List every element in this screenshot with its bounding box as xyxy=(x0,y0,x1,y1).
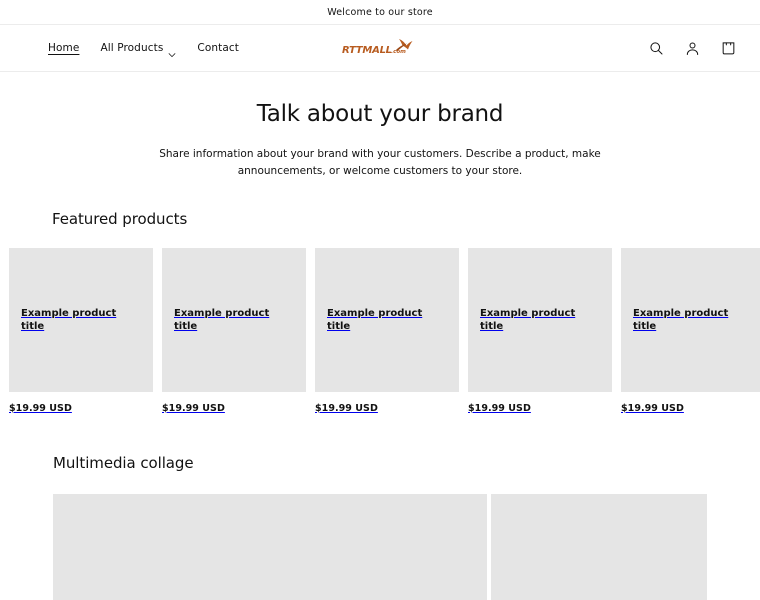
page-subtitle: Share information about your brand with … xyxy=(159,147,601,177)
collage-block-small[interactable]: Example product title xyxy=(491,493,707,600)
product-image-placeholder: Example product title xyxy=(162,247,306,392)
product-image-placeholder: Example product title xyxy=(315,247,459,392)
multimedia-collage-section: Multimedia collage Example product title xyxy=(0,454,760,600)
collage-block-large[interactable] xyxy=(53,493,487,600)
nav-link-contact[interactable]: Contact xyxy=(197,42,239,54)
product-card[interactable]: Example product title $19.99 USD xyxy=(9,247,153,414)
product-title: Example product title xyxy=(480,307,576,332)
product-price: $19.99 USD xyxy=(315,402,378,414)
product-image-placeholder: Example product title xyxy=(621,247,760,392)
main-navigation: Home All Products Contact xyxy=(48,42,239,58)
cart-icon[interactable] xyxy=(718,38,738,58)
announcement-bar: Welcome to our store xyxy=(0,0,760,25)
product-price: $19.99 USD xyxy=(621,402,684,414)
product-image-placeholder: Example product title xyxy=(468,247,612,392)
nav-link-all-products-label: All Products xyxy=(100,42,164,54)
rich-text-section: Talk about your brand Share information … xyxy=(0,72,760,180)
announcement-text: Welcome to our store xyxy=(327,6,433,18)
nav-link-home[interactable]: Home xyxy=(48,42,79,54)
product-image-placeholder: Example product title xyxy=(9,247,153,392)
featured-products-title: Featured products xyxy=(52,209,188,228)
product-card[interactable]: Example product title $19.99 USD xyxy=(621,247,760,414)
product-price: $19.99 USD xyxy=(468,402,531,414)
product-price: $19.99 USD xyxy=(162,402,225,414)
site-logo[interactable]: RTTMALL .com xyxy=(340,36,420,60)
page-title: Talk about your brand xyxy=(256,101,504,127)
header-actions xyxy=(646,38,738,58)
page-content: Talk about your brand Share information … xyxy=(0,72,760,600)
product-title: Example product title xyxy=(327,307,423,332)
collage-grid: Example product title xyxy=(0,493,760,600)
product-card[interactable]: Example product title $19.99 USD xyxy=(468,247,612,414)
svg-text:.com: .com xyxy=(391,49,406,55)
account-icon[interactable] xyxy=(682,38,702,58)
site-header: Home All Products Contact RTTMALL .com xyxy=(0,25,760,72)
featured-products-section: Featured products Example product title … xyxy=(0,210,760,414)
search-icon[interactable] xyxy=(646,38,666,58)
multimedia-collage-title: Multimedia collage xyxy=(53,453,194,472)
product-card[interactable]: Example product title $19.99 USD xyxy=(162,247,306,414)
product-title: Example product title xyxy=(21,307,117,332)
product-card[interactable]: Example product title $19.99 USD xyxy=(315,247,459,414)
chevron-down-icon xyxy=(168,44,176,58)
product-title: Example product title xyxy=(633,307,729,332)
svg-text:RTTMALL: RTTMALL xyxy=(342,45,392,56)
rttmall-logo-icon: RTTMALL .com xyxy=(342,39,413,56)
nav-link-all-products[interactable]: All Products xyxy=(100,42,176,58)
product-title: Example product title xyxy=(174,307,270,332)
product-grid[interactable]: Example product title $19.99 USD Example… xyxy=(0,247,760,414)
product-price: $19.99 USD xyxy=(9,402,72,414)
